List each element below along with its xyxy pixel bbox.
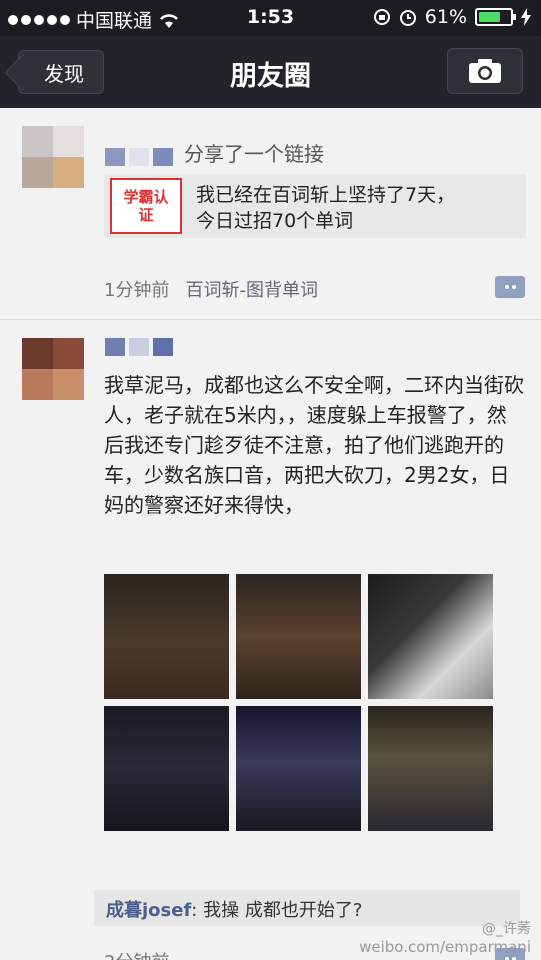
- thumb-text: 学霸认证: [123, 188, 169, 224]
- photo-2[interactable]: [236, 574, 361, 699]
- comment-text: 我操 成都也开始了?: [203, 900, 363, 921]
- avatar[interactable]: [22, 338, 84, 400]
- post-meta: 1分钟前 百词斩-图背单词: [104, 276, 318, 302]
- link-thumbnail: 学霸认证: [110, 178, 182, 234]
- post-text-photos: 我草泥马，成都也这么不安全啊，二环内当街砍人，老子就在5米内，，速度躲上车报警了…: [0, 320, 541, 960]
- moments-feed[interactable]: 分享了一个链接 学霸认证 我已经在百词斩上坚持了7天， 今日过招70个单词 1分…: [0, 108, 541, 960]
- poster-name-blurred[interactable]: [105, 338, 173, 356]
- back-label: 发现: [44, 61, 84, 86]
- post-source[interactable]: 百词斩-图背单词: [185, 280, 318, 301]
- status-right: 61%: [373, 6, 531, 28]
- nav-bar: 发现 朋友圈: [0, 36, 541, 108]
- post-meta: 2分钟前: [104, 948, 169, 960]
- camera-button[interactable]: [447, 48, 523, 94]
- poster-name-blurred[interactable]: [105, 148, 173, 166]
- link-line-2: 今日过招70个单词: [196, 210, 354, 232]
- post-link-share: 分享了一个链接 学霸认证 我已经在百词斩上坚持了7天， 今日过招70个单词 1分…: [0, 108, 541, 320]
- watermark-url: weibo.com/emparmani: [359, 938, 531, 956]
- photo-6[interactable]: [368, 706, 493, 831]
- photo-1[interactable]: [104, 574, 229, 699]
- photo-3[interactable]: [368, 574, 493, 699]
- post-time: 1分钟前: [104, 280, 170, 301]
- share-action-text: 分享了一个链接: [184, 142, 324, 166]
- post-body: 我草泥马，成都也这么不安全啊，二环内当街砍人，老子就在5米内，，速度躲上车报警了…: [104, 373, 524, 517]
- comment-author[interactable]: 成暮josef: [106, 900, 191, 921]
- charging-icon: [521, 8, 531, 26]
- link-line-1: 我已经在百词斩上坚持了7天，: [196, 184, 456, 206]
- rotation-lock-icon: [373, 9, 390, 25]
- photo-5[interactable]: [236, 706, 361, 831]
- avatar[interactable]: [22, 126, 84, 188]
- shared-link-card[interactable]: 学霸认证 我已经在百词斩上坚持了7天， 今日过招70个单词: [104, 174, 526, 238]
- battery-icon: [475, 8, 516, 26]
- comment-colon: :: [191, 900, 204, 921]
- post-time: 2分钟前: [104, 952, 169, 960]
- photo-4[interactable]: [104, 706, 229, 831]
- battery-percent: 61%: [424, 6, 467, 28]
- alarm-icon: [399, 10, 416, 26]
- weibo-watermark: @_许莠 weibo.com/emparmani: [359, 918, 531, 956]
- camera-icon: [469, 59, 501, 83]
- status-bar: 中国联通 1:53 61%: [0, 0, 541, 36]
- comment-button[interactable]: [495, 276, 525, 298]
- watermark-handle: @_许莠: [482, 921, 531, 937]
- link-title: 我已经在百词斩上坚持了7天， 今日过招70个单词: [196, 182, 455, 234]
